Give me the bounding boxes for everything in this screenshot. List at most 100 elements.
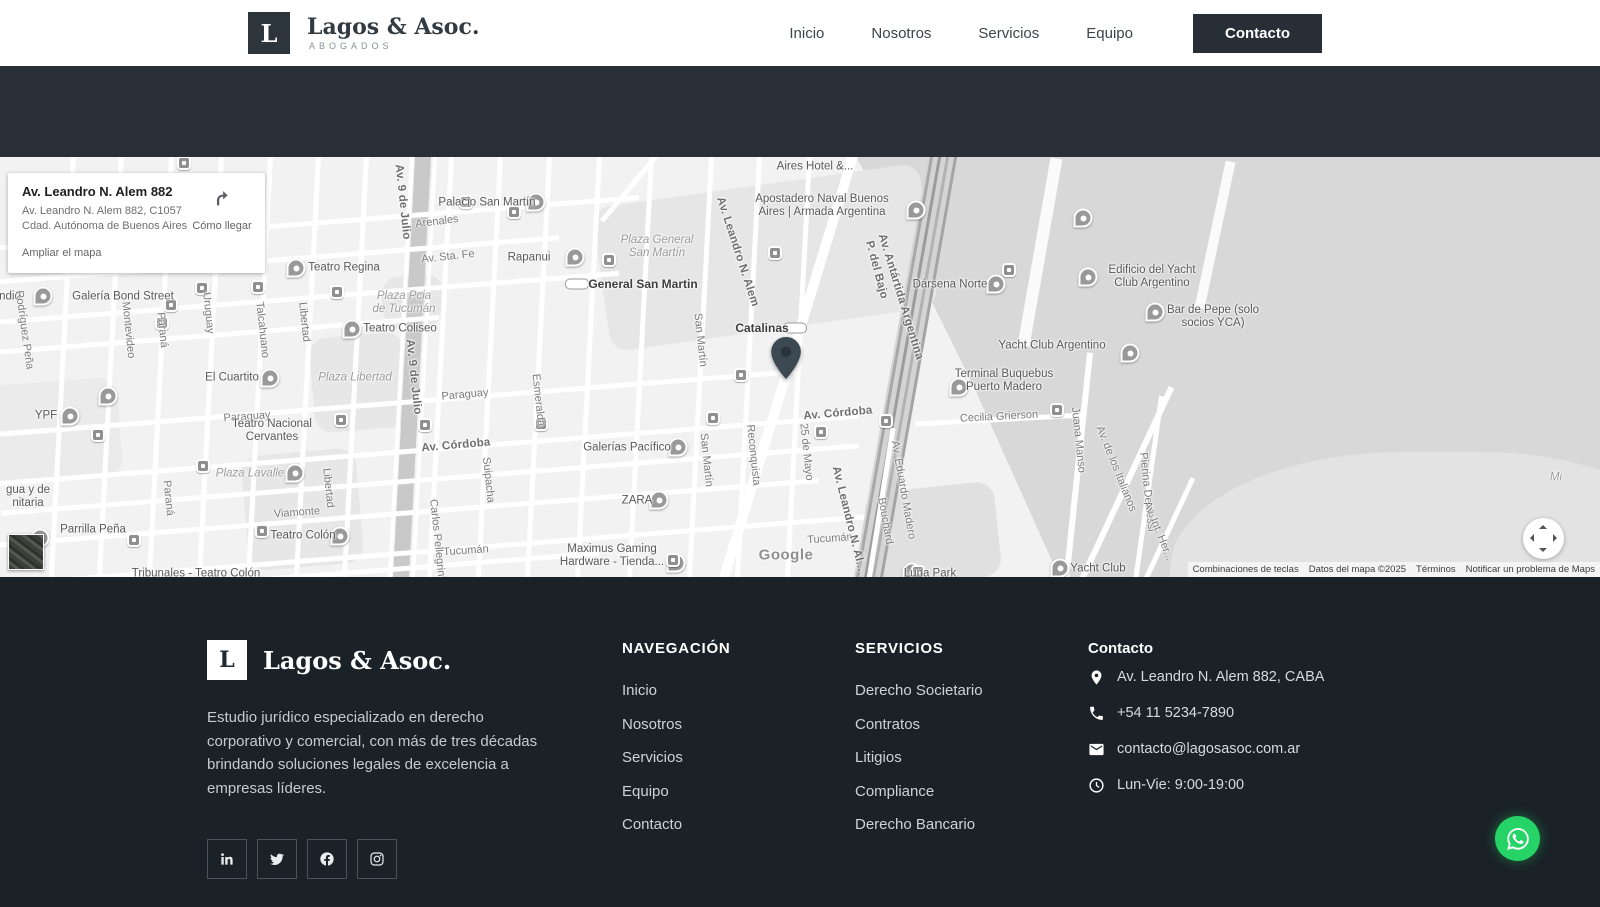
map-transit-marker[interactable] — [666, 553, 680, 567]
footer-service-link-compliance[interactable]: Compliance — [855, 783, 1088, 800]
footer-services-column: SERVICIOS Derecho Societario Contratos Lit… — [855, 640, 1088, 907]
map-pan-control[interactable] — [1523, 518, 1564, 559]
nav-link-nosotros[interactable]: Nosotros — [871, 25, 931, 42]
footer-nav-title: NAVEGACIÓN — [622, 640, 855, 657]
map-transit-marker[interactable] — [195, 281, 209, 295]
contact-button[interactable]: Contacto — [1193, 14, 1322, 53]
footer-contact-clock: Lun-Vie: 9:00-19:00 — [1088, 777, 1348, 794]
contact-text: Av. Leandro N. Alem 882, CABA — [1117, 669, 1324, 685]
footer-nav-link-servicios[interactable]: Servicios — [622, 749, 855, 766]
footer-logo: L Lagos & Asoc. — [207, 640, 622, 680]
map-poi-marker[interactable] — [287, 259, 306, 278]
map-transit-marker[interactable] — [706, 411, 720, 425]
map-transit-marker[interactable] — [911, 565, 925, 577]
map-transit-marker[interactable] — [814, 425, 828, 439]
map-transit-marker[interactable] — [534, 417, 548, 431]
map-card-address: Av. Leandro N. Alem 882, C1057 Cdad. Aut… — [22, 204, 191, 235]
map-transit-marker[interactable] — [507, 205, 521, 219]
map-transit-marker[interactable] — [734, 368, 748, 382]
map-transit-marker[interactable] — [91, 428, 105, 442]
map-transit-marker[interactable] — [196, 459, 210, 473]
map-poi-marker[interactable] — [1146, 303, 1165, 322]
map-poi-marker[interactable] — [950, 378, 969, 397]
map-satellite-toggle[interactable] — [8, 534, 44, 570]
map-attribution-item[interactable]: Combinaciones de teclas — [1188, 562, 1304, 577]
footer-service-link-contratos[interactable]: Contratos — [855, 716, 1088, 733]
map-poi-marker[interactable] — [566, 248, 585, 267]
map-poi-marker[interactable] — [1121, 344, 1140, 363]
map-transit-marker[interactable] — [334, 413, 348, 427]
footer-nav-link-nosotros[interactable]: Nosotros — [622, 716, 855, 733]
hero-dark-band — [0, 66, 1600, 157]
footer-brand-name: Lagos & Asoc. — [263, 646, 451, 675]
nav-link-inicio[interactable]: Inicio — [789, 25, 824, 42]
social-link-linkedin[interactable] — [207, 839, 247, 879]
footer-contact-column: Contacto Av. Leandro N. Alem 882, CABA +5… — [1088, 640, 1348, 907]
map-label: Teatro Nacional Cervantes — [232, 418, 312, 444]
footer-service-link-litigios[interactable]: Litigios — [855, 749, 1088, 766]
map-transit-marker[interactable] — [768, 246, 782, 260]
footer-service-link-derecho-societario[interactable]: Derecho Societario — [855, 682, 1088, 699]
map-poi-marker[interactable] — [61, 407, 80, 426]
whatsapp-icon — [1505, 826, 1531, 852]
footer-service-link-derecho-bancario[interactable]: Derecho Bancario — [855, 816, 1088, 833]
map-transit-marker[interactable] — [330, 285, 344, 299]
map-poi-marker[interactable] — [527, 193, 546, 212]
nav-link-servicios[interactable]: Servicios — [978, 25, 1039, 42]
map-transit-marker[interactable] — [1050, 403, 1064, 417]
whatsapp-fab[interactable] — [1495, 816, 1540, 861]
map-transit-marker[interactable] — [177, 157, 191, 170]
map-transit-marker[interactable] — [418, 418, 432, 432]
map-poi-marker[interactable] — [34, 287, 53, 306]
map-attribution-item: Datos del mapa ©2025 — [1304, 562, 1411, 577]
map-poi-marker[interactable] — [1074, 209, 1093, 228]
map-attribution-item[interactable]: Términos — [1411, 562, 1461, 577]
facebook-icon — [319, 851, 335, 867]
map-attribution-item[interactable]: Notificar un problema de Maps — [1461, 562, 1600, 577]
map-transit-marker[interactable] — [879, 414, 893, 428]
map-transit-marker[interactable] — [155, 316, 169, 330]
map-directions-button[interactable]: Cómo llegar — [191, 184, 253, 261]
map-label: Rodríguez Peña — [12, 290, 36, 370]
map-transit-marker[interactable] — [127, 533, 141, 547]
map-transit-marker[interactable] — [164, 298, 178, 312]
map-subte-badge[interactable] — [565, 279, 589, 290]
map-transit-marker[interactable] — [459, 195, 473, 209]
map-poi-marker[interactable] — [286, 464, 305, 483]
map-expand-link[interactable]: Ampliar el mapa — [22, 247, 101, 259]
map-road — [474, 157, 504, 577]
email-icon — [1088, 741, 1105, 758]
pan-right-icon — [1553, 534, 1557, 542]
social-link-twitter[interactable] — [257, 839, 297, 879]
footer-services-title: SERVICIOS — [855, 640, 1088, 657]
map-location-pin[interactable] — [771, 337, 801, 379]
footer-nav-link-equipo[interactable]: Equipo — [622, 783, 855, 800]
map-poi-marker[interactable] — [343, 320, 362, 339]
footer-nav-link-contacto[interactable]: Contacto — [622, 816, 855, 833]
map-poi-marker[interactable] — [650, 491, 669, 510]
brand-logo[interactable]: L Lagos & Asoc. ABOGADOS — [248, 12, 480, 54]
map-poi-marker[interactable] — [1051, 559, 1070, 578]
map-poi-marker[interactable] — [1079, 268, 1098, 287]
google-map-embed[interactable]: Aires Hotel &...Apostadero Naval Buenos … — [0, 157, 1600, 577]
map-poi-marker[interactable] — [907, 201, 926, 220]
nav-link-equipo[interactable]: Equipo — [1086, 25, 1133, 42]
social-link-instagram[interactable] — [357, 839, 397, 879]
map-poi-marker[interactable] — [669, 438, 688, 457]
map-label: Tucumán — [807, 531, 853, 547]
map-transit-marker[interactable] — [1002, 263, 1016, 277]
social-link-facebook[interactable] — [307, 839, 347, 879]
map-poi-marker[interactable] — [99, 387, 118, 406]
map-label: gua y de nitaria — [6, 484, 50, 510]
map-poi-marker[interactable] — [261, 369, 280, 388]
map-poi-marker[interactable] — [987, 275, 1006, 294]
map-transit-marker[interactable] — [255, 524, 269, 538]
map-transit-marker[interactable] — [602, 253, 616, 267]
map-subte-badge[interactable] — [783, 323, 807, 334]
footer-nav-link-inicio[interactable]: Inicio — [622, 682, 855, 699]
footer-contact-phone: +54 11 5234-7890 — [1088, 705, 1348, 722]
footer-contact-title: Contacto — [1088, 640, 1348, 657]
map-poi-marker[interactable] — [331, 527, 350, 546]
instagram-icon — [369, 851, 385, 867]
map-transit-marker[interactable] — [251, 280, 265, 294]
